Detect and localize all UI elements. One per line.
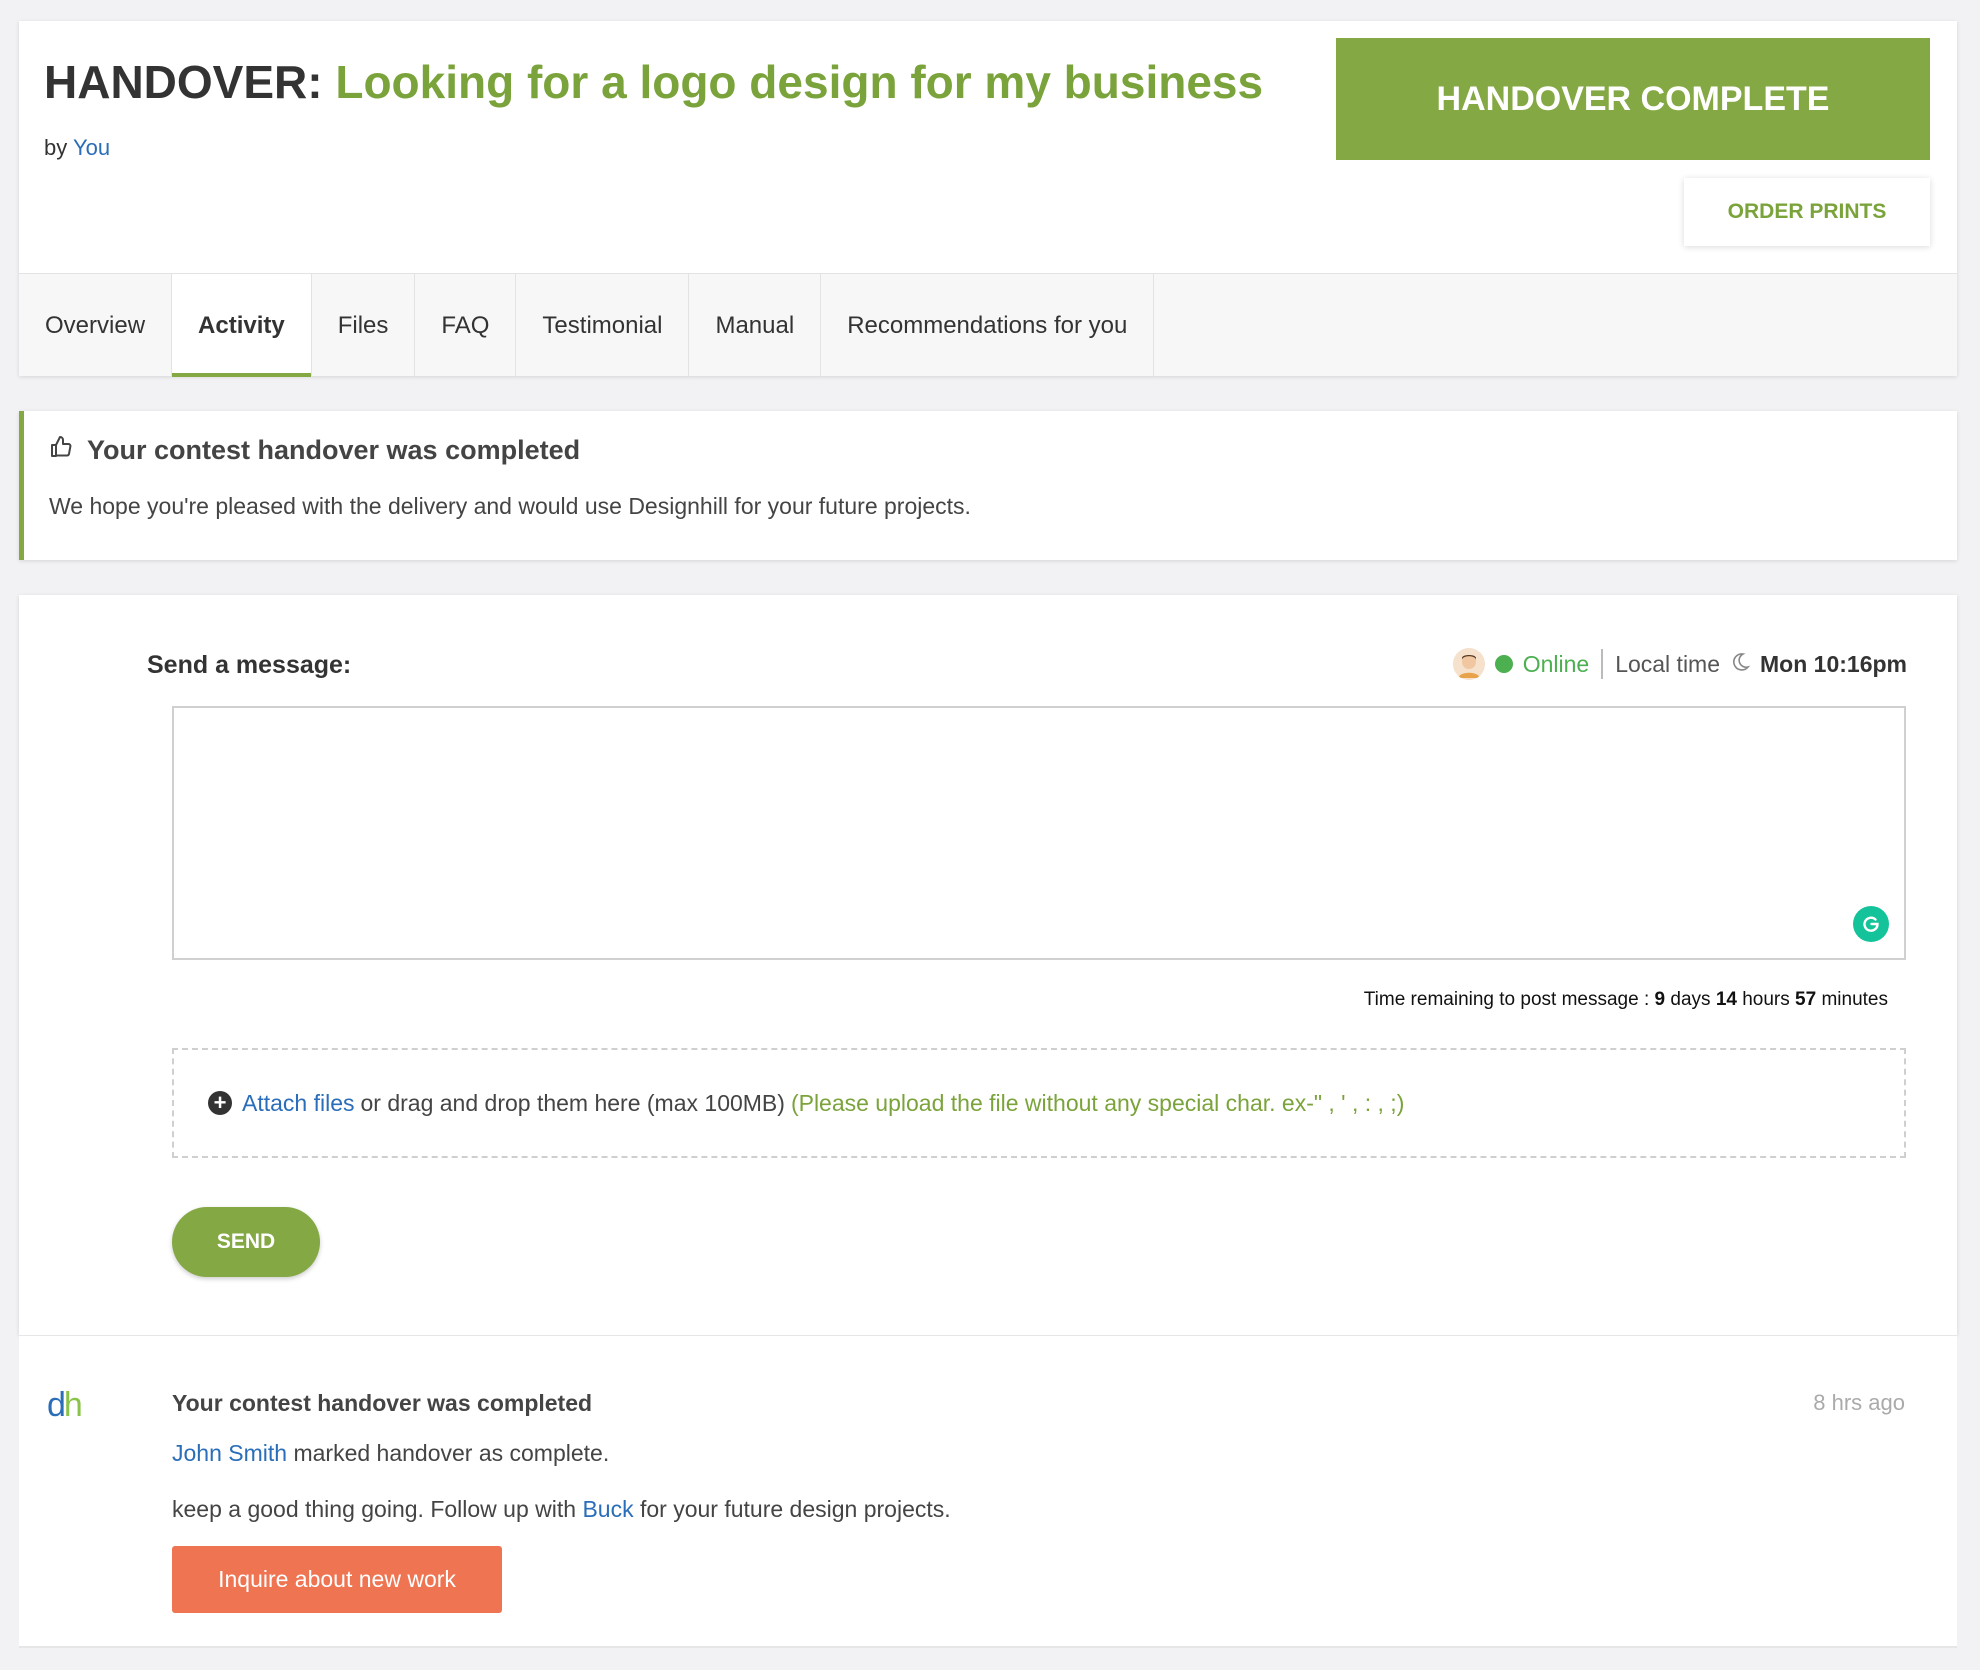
inquire-new-work-button[interactable]: Inquire about new work [172, 1546, 502, 1613]
tab-files[interactable]: Files [312, 274, 416, 377]
contest-header: HANDOVER: Looking for a logo design for … [19, 21, 1957, 377]
byline: by You [44, 135, 110, 161]
avatar [1452, 648, 1485, 680]
remaining-hours: 14 [1715, 989, 1737, 1010]
page-title: HANDOVER: Looking for a logo design for … [44, 55, 1263, 109]
hours-label: hours [1742, 989, 1790, 1010]
days-label: days [1670, 989, 1711, 1010]
title-prefix: HANDOVER: [44, 56, 323, 108]
handover-complete-button[interactable]: HANDOVER COMPLETE [1336, 38, 1930, 160]
attach-files-link[interactable]: Attach files [242, 1090, 355, 1117]
designer-status: Online Local time Mon 10:16pm [1452, 647, 1907, 681]
thumbs-up-icon [49, 435, 73, 466]
time-remaining-label: Time remaining to post message : [1363, 989, 1650, 1010]
online-status-dot [1494, 655, 1513, 673]
attach-instructions: or drag and drop them here (max 100MB) [360, 1089, 785, 1116]
notice-text: We hope you're pleased with the delivery… [49, 493, 971, 519]
grammarly-icon[interactable] [1853, 906, 1889, 942]
tab-testimonial[interactable]: Testimonial [516, 274, 690, 377]
plus-circle-icon[interactable]: + [208, 1091, 232, 1115]
online-status-text: Online [1522, 650, 1590, 677]
author-link[interactable]: You [73, 135, 110, 160]
tab-faq[interactable]: FAQ [415, 274, 517, 377]
remaining-minutes: 57 [1795, 989, 1817, 1010]
designhill-logo: dh [47, 1386, 83, 1424]
tab-manual[interactable]: Manual [689, 274, 822, 377]
send-button[interactable]: SEND [172, 1207, 320, 1277]
notice-title-text: Your contest handover was completed [87, 435, 581, 465]
activity-item: dh Your contest handover was completed 8… [19, 1335, 1957, 1648]
activity-line-1: John Smith marked handover as complete. [172, 1440, 609, 1467]
contest-title: Looking for a logo design for my busines… [335, 56, 1264, 108]
message-input[interactable] [172, 706, 1906, 960]
tab-activity[interactable]: Activity [172, 274, 312, 377]
local-time-label: Local time [1615, 650, 1721, 677]
tab-recommendations[interactable]: Recommendations for you [821, 274, 1155, 377]
notice-title: Your contest handover was completed [49, 435, 580, 466]
activity-line-2: keep a good thing going. Follow up with … [172, 1496, 951, 1523]
handover-notice: Your contest handover was completed We h… [19, 411, 1957, 560]
activity-timestamp: 8 hrs ago [1813, 1390, 1905, 1415]
activity-title: Your contest handover was completed [172, 1390, 593, 1416]
local-time-value: Mon 10:16pm [1760, 650, 1907, 677]
attach-note: (Please upload the file without any spec… [790, 1089, 1405, 1116]
status-divider [1601, 649, 1604, 679]
user-link-john-smith[interactable]: John Smith [172, 1440, 287, 1466]
minutes-label: minutes [1821, 989, 1888, 1010]
file-dropzone[interactable]: + Attach files or drag and drop them her… [172, 1048, 1906, 1158]
activity-line-2-prefix: keep a good thing going. Follow up with [172, 1496, 577, 1522]
tab-bar: Overview Activity Files FAQ Testimonial … [19, 273, 1957, 377]
tab-overview[interactable]: Overview [19, 274, 173, 377]
order-prints-button[interactable]: ORDER PRINTS [1684, 178, 1930, 246]
message-composer: Send a message: Online Local time Mon 10… [19, 595, 1957, 1335]
activity-line-1-text: marked handover as complete. [293, 1440, 610, 1466]
by-label: by [44, 135, 68, 160]
moon-icon [1730, 651, 1751, 678]
message-label: Send a message: [147, 651, 352, 679]
time-remaining: Time remaining to post message : 9 days … [1364, 989, 1888, 1011]
remaining-days: 9 [1654, 989, 1666, 1010]
user-link-buck[interactable]: Buck [582, 1496, 633, 1522]
activity-line-2-suffix: for your future design projects. [639, 1496, 951, 1522]
